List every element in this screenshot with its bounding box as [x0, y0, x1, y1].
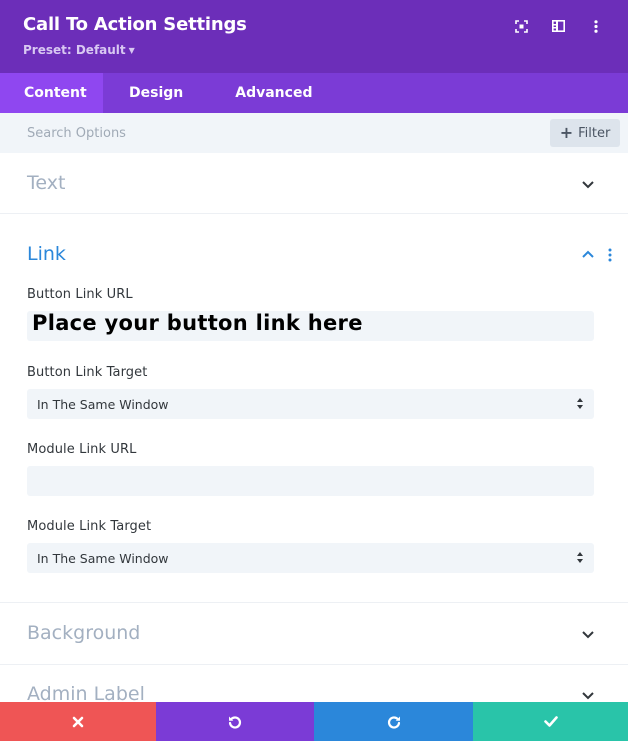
preset-label: Preset: Default: [23, 43, 126, 57]
module-link-url-label: Module Link URL: [27, 442, 137, 457]
chevron-down-icon: [582, 692, 594, 700]
section-background-title: Background: [27, 622, 141, 644]
button-link-target-value: In The Same Window: [37, 397, 169, 412]
section-background: Background: [0, 603, 628, 665]
modal-footer: [0, 702, 628, 741]
split-view-icon[interactable]: [540, 16, 577, 36]
select-arrows-icon: [577, 552, 583, 563]
module-link-target-label: Module Link Target: [27, 519, 152, 534]
more-vertical-icon[interactable]: [577, 16, 614, 36]
section-link: Link Button Link URL Place your button l…: [0, 214, 628, 603]
preset-dropdown[interactable]: Preset: Default ▼: [23, 43, 135, 57]
caret-down-icon: ▼: [128, 46, 135, 55]
button-link-url-value: Place your button link here: [32, 311, 363, 335]
section-admin-label-header[interactable]: Admin Label: [0, 665, 628, 702]
cancel-button[interactable]: [0, 702, 156, 741]
search-bar: + Filter: [0, 113, 628, 153]
modal-title: Call To Action Settings: [23, 14, 247, 35]
undo-icon: [228, 715, 242, 729]
tab-design[interactable]: Design: [103, 73, 209, 113]
header-actions: [503, 16, 614, 36]
section-link-header[interactable]: Link: [0, 214, 628, 274]
modal-header: Call To Action Settings Preset: Default ▼: [0, 0, 628, 73]
section-admin-label: Admin Label: [0, 665, 628, 702]
search-input[interactable]: [14, 113, 534, 153]
section-options-icon[interactable]: [608, 248, 612, 262]
select-arrows-icon: [577, 398, 583, 409]
redo-icon: [387, 715, 400, 729]
section-text-header[interactable]: Text: [0, 153, 628, 213]
section-background-header[interactable]: Background: [0, 603, 628, 663]
chevron-up-icon: [582, 250, 594, 258]
checkmark-icon: [543, 716, 558, 727]
tab-advanced[interactable]: Advanced: [209, 73, 338, 113]
button-link-target-select[interactable]: In The Same Window: [27, 389, 594, 419]
section-text-title: Text: [27, 172, 66, 194]
save-button[interactable]: [473, 702, 628, 741]
chevron-down-icon: [582, 631, 594, 639]
module-link-url-input[interactable]: [27, 466, 594, 496]
chevron-down-icon: [582, 181, 594, 189]
plus-icon: +: [559, 123, 574, 142]
section-text: Text: [0, 153, 628, 214]
tab-content[interactable]: Content: [0, 73, 103, 113]
module-link-target-select[interactable]: In The Same Window: [27, 543, 594, 573]
module-link-target-value: In The Same Window: [37, 551, 169, 566]
settings-tabs: Content Design Advanced: [0, 73, 628, 113]
filter-button[interactable]: + Filter: [550, 119, 620, 147]
button-link-url-label: Button Link URL: [27, 287, 133, 302]
filter-label: Filter: [578, 125, 611, 141]
redo-button[interactable]: [314, 702, 473, 741]
fullscreen-icon[interactable]: [503, 16, 540, 36]
section-link-title: Link: [27, 243, 66, 265]
section-admin-label-title: Admin Label: [27, 683, 145, 702]
button-link-target-label: Button Link Target: [27, 365, 148, 380]
close-icon: [72, 716, 84, 727]
undo-button[interactable]: [156, 702, 314, 741]
